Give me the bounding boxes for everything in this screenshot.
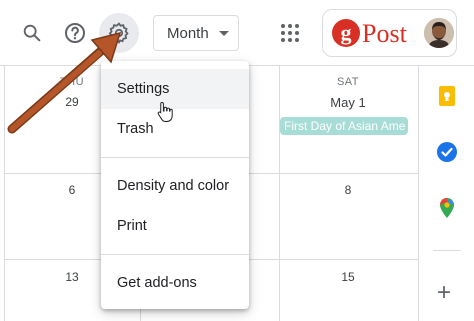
account-brand-box[interactable]: g Post	[322, 9, 457, 57]
menu-item-print[interactable]: Print	[101, 206, 249, 246]
menu-item-trash[interactable]: Trash	[101, 109, 249, 149]
tasks-icon[interactable]	[435, 140, 459, 164]
menu-item-label: Settings	[117, 81, 170, 97]
day-header-sat: SAT	[336, 76, 360, 88]
search-icon	[23, 24, 41, 42]
avatar[interactable]	[424, 18, 454, 48]
gear-icon	[108, 22, 129, 44]
date-sat-15[interactable]: 15	[328, 270, 368, 284]
add-icon[interactable]: +	[437, 281, 451, 305]
event-chip[interactable]: First Day of Asian Ame	[280, 117, 408, 135]
view-select-label: Month	[167, 24, 209, 42]
keep-icon[interactable]	[435, 84, 459, 108]
date-sat-may-1[interactable]: May 1	[318, 95, 378, 110]
apps-button[interactable]	[270, 13, 310, 53]
menu-item-label: Trash	[117, 121, 154, 137]
settings-menu: Settings Trash Density and color Print G…	[101, 61, 249, 309]
svg-text:g: g	[341, 20, 352, 45]
menu-item-get-add-ons[interactable]: Get add-ons	[101, 263, 249, 303]
settings-button[interactable]	[99, 13, 139, 53]
date-thu-13[interactable]: 13	[52, 270, 92, 284]
side-panel: +	[418, 66, 474, 321]
menu-item-label: Get add-ons	[117, 275, 197, 291]
user-photo-icon	[424, 18, 454, 48]
menu-item-label: Density and color	[117, 178, 230, 194]
date-sat-8[interactable]: 8	[328, 183, 368, 197]
gpost-logo: g Post	[332, 19, 408, 48]
menu-item-settings[interactable]: Settings	[101, 69, 249, 109]
top-bar: Month g Post	[0, 0, 474, 66]
side-divider	[433, 250, 461, 251]
menu-item-density-and-color[interactable]: Density and color	[101, 166, 249, 206]
menu-divider	[101, 254, 249, 255]
apps-grid-icon	[281, 24, 299, 42]
menu-item-label: Print	[117, 218, 147, 234]
column-divider	[279, 66, 280, 321]
view-select[interactable]: Month	[153, 15, 239, 51]
hand-cursor-icon	[157, 101, 173, 122]
chevron-down-icon	[219, 31, 229, 36]
svg-text:Post: Post	[362, 19, 408, 48]
menu-divider	[101, 157, 249, 158]
search-button[interactable]	[12, 13, 52, 53]
maps-icon[interactable]	[435, 196, 459, 220]
event-label: First Day of Asian Ame	[284, 119, 406, 133]
date-thu-29[interactable]: 29	[52, 95, 92, 109]
date-thu-6[interactable]: 6	[52, 183, 92, 197]
day-header-thu: THU	[59, 76, 85, 88]
help-icon	[65, 23, 85, 43]
help-button[interactable]	[55, 13, 95, 53]
